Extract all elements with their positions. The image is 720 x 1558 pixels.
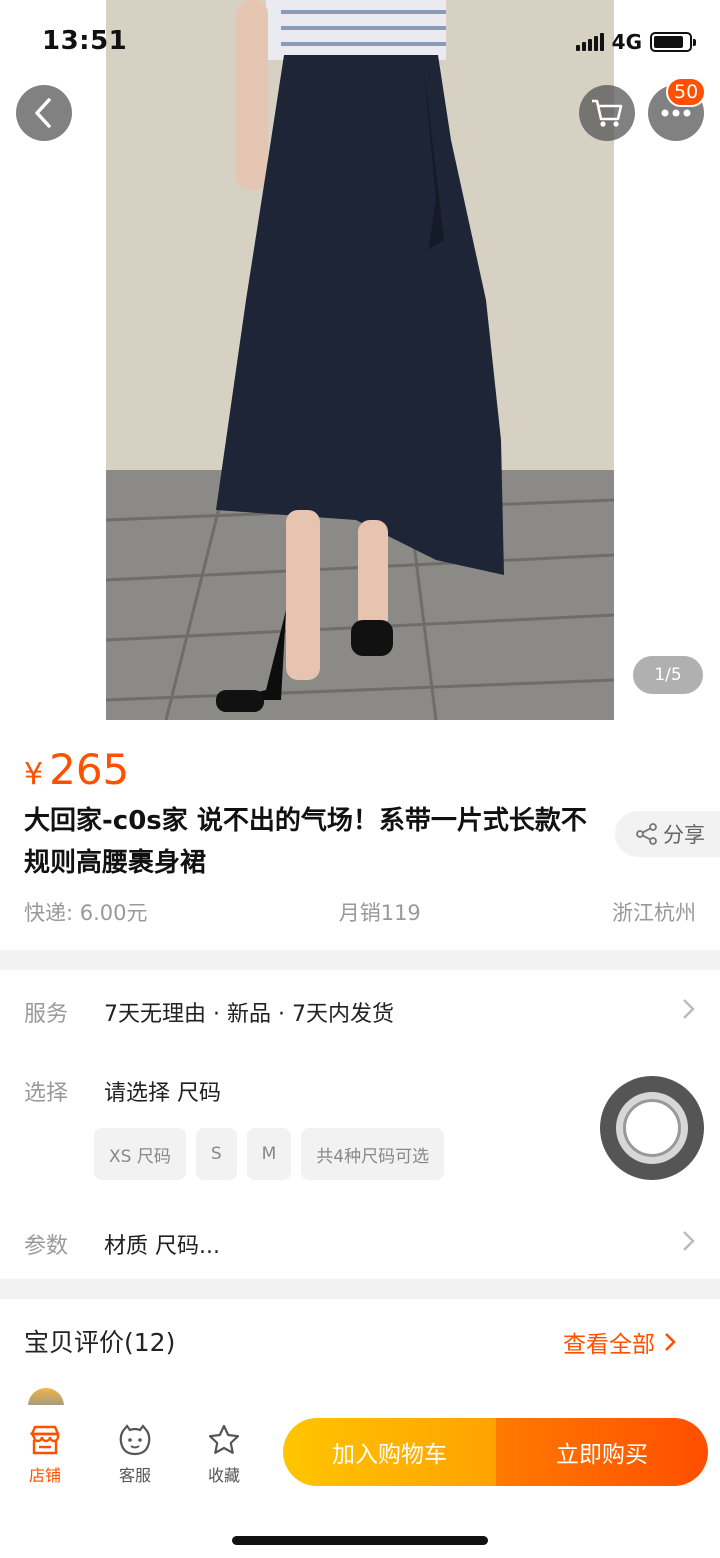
gallery-page-indicator: 1/5: [633, 656, 703, 694]
back-icon: [35, 98, 51, 128]
service-icon: [119, 1424, 151, 1456]
network-type: 4G: [611, 30, 642, 54]
currency-symbol: ¥: [24, 757, 44, 792]
service-label: 客服: [118, 1466, 151, 1485]
product-photo[interactable]: [106, 0, 614, 720]
share-icon: [636, 823, 657, 845]
more-icon: [661, 109, 691, 117]
size-chip-m[interactable]: M: [246, 1128, 292, 1180]
shop-icon: [29, 1425, 60, 1455]
shop-label: 店铺: [28, 1466, 61, 1485]
buy-now-button[interactable]: 立即购买: [496, 1418, 708, 1486]
params-label: 参数: [24, 1234, 69, 1259]
shipping-fee: 快递: 6.00元: [24, 901, 148, 925]
ship-from-location: 浙江杭州: [611, 901, 696, 925]
size-chip-s[interactable]: S: [195, 1128, 237, 1180]
view-all-label: 查看全部: [563, 1332, 655, 1358]
service-value: 7天无理由 · 新品 · 7天内发货: [104, 1002, 394, 1027]
cart-button[interactable]: [579, 85, 635, 141]
params-value: 材质 尺码...: [104, 1234, 220, 1259]
share-button[interactable]: 分享: [615, 811, 720, 857]
chevron-right-icon: [665, 1333, 676, 1351]
service-label: 服务: [24, 1002, 69, 1027]
size-chips: XS 尺码 S M 共4种尺码可选: [94, 1128, 445, 1180]
price-row: ¥ 265: [24, 745, 129, 794]
share-label: 分享: [663, 823, 705, 847]
back-button[interactable]: [16, 85, 72, 141]
product-title: 大回家-c0s家 说不出的气场！系带一片式长款不规则高腰裹身裙: [24, 806, 587, 878]
favorite-tab[interactable]: 收藏: [189, 1422, 259, 1486]
star-icon: [208, 1424, 240, 1454]
add-to-cart-button[interactable]: 加入购物车: [283, 1418, 496, 1486]
product-price: 265: [49, 745, 130, 794]
reviews-title: 宝贝评价(12): [24, 1328, 176, 1357]
home-indicator[interactable]: [232, 1536, 488, 1545]
size-count-chip[interactable]: 共4种尺码可选: [301, 1128, 445, 1180]
section-divider: [0, 1279, 720, 1299]
message-count-badge: 50: [666, 77, 707, 107]
size-chip-xs[interactable]: XS 尺码: [94, 1128, 186, 1180]
select-value: 请选择 尺码: [104, 1081, 221, 1106]
view-all-reviews-link[interactable]: 查看全部: [563, 1325, 677, 1359]
cart-icon: [592, 99, 623, 127]
product-detail-page: 13:51 4G 50 1/5 ¥ 265 大回家-c0s家 说不出的气场！系带…: [0, 0, 720, 1558]
assist-ball-icon[interactable]: [600, 1076, 704, 1180]
signal-icon: [575, 33, 604, 51]
chevron-right-icon: [683, 999, 695, 1019]
select-label: 选择: [24, 1081, 69, 1106]
status-time: 13:51: [42, 26, 128, 56]
product-meta-row: 快递: 6.00元 月销119 浙江杭州: [24, 897, 696, 927]
status-indicators: 4G: [575, 30, 696, 54]
favorite-label: 收藏: [207, 1466, 240, 1485]
battery-icon: [650, 32, 696, 52]
shop-tab[interactable]: 店铺: [10, 1422, 80, 1486]
section-divider: [0, 950, 720, 970]
monthly-sales: 月销119: [338, 901, 421, 925]
service-tab[interactable]: 客服: [100, 1422, 170, 1486]
chevron-right-icon: [683, 1231, 695, 1251]
